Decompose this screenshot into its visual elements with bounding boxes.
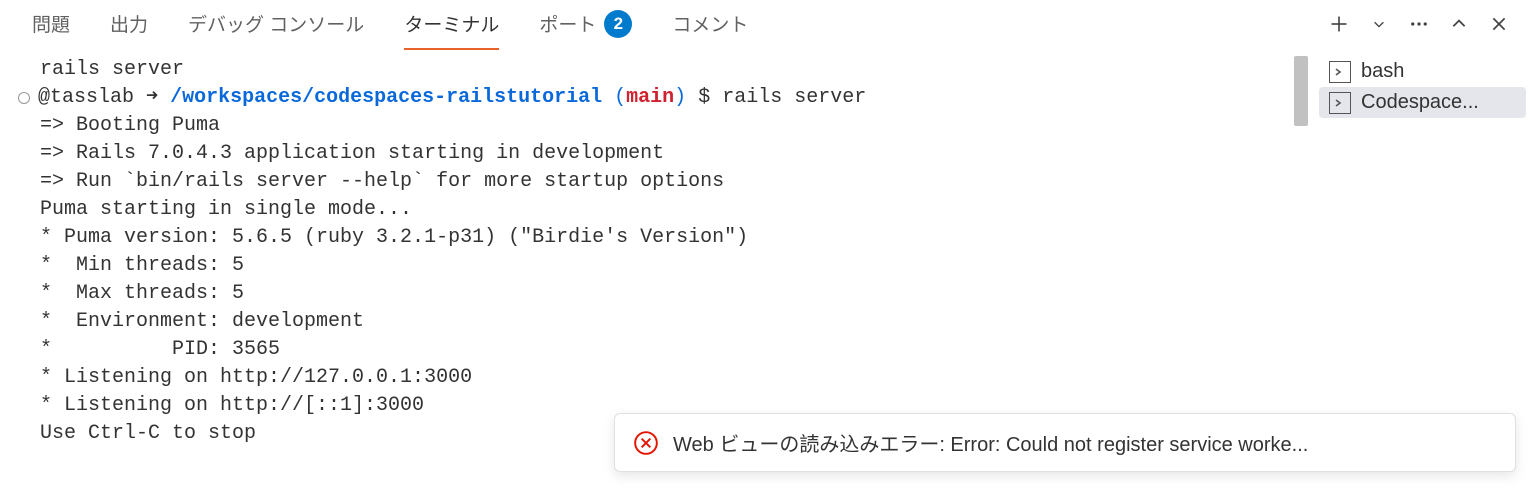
prompt-command: rails server [722,84,866,112]
terminal-scrollbar[interactable] [1294,56,1308,126]
terminal-text: => Booting Puma [40,112,220,140]
terminal-text: * Environment: development [40,308,364,336]
tab-problems[interactable]: 問題 [12,0,90,49]
ports-count-badge: 2 [604,10,632,38]
prompt-user: @tasslab [38,84,134,112]
tabs-container: 問題 出力 デバッグ コンソール ターミナル ポート 2 コメント [12,0,1328,50]
terminal-icon [1329,92,1351,114]
maximize-panel-button[interactable] [1448,13,1470,35]
terminal-text: * Listening on http://[::1]:3000 [40,392,424,420]
terminal-text: * Min threads: 5 [40,252,244,280]
close-panel-button[interactable] [1488,13,1510,35]
terminal-list-item-bash[interactable]: bash [1319,56,1526,87]
terminal-text: => Run `bin/rails server --help` for mor… [40,168,724,196]
terminal-text: * PID: 3565 [40,336,280,364]
tab-terminal[interactable]: ターミナル [384,0,519,49]
tab-actions [1328,13,1518,35]
terminal-text: * Listening on http://127.0.0.1:3000 [40,364,472,392]
new-terminal-button[interactable] [1328,13,1350,35]
prompt-arrow: ➜ [134,84,170,112]
terminal-text: Puma starting in single mode... [40,196,412,224]
tab-comments[interactable]: コメント [652,0,768,49]
terminal-text: * Max threads: 5 [40,280,244,308]
terminal-icon [1329,61,1351,83]
prompt-branch-open: ( [602,84,626,112]
error-notification[interactable]: Web ビューの読み込みエラー: Error: Could not regist… [614,413,1516,472]
panel-tab-bar: 問題 出力 デバッグ コンソール ターミナル ポート 2 コメント [0,0,1530,48]
notification-message: Web ビューの読み込みエラー: Error: Could not regist… [673,428,1308,457]
more-actions-button[interactable] [1408,13,1430,35]
terminal-text: * Puma version: 5.6.5 (ruby 3.2.1-p31) (… [40,224,748,252]
terminal-entry-label: bash [1361,60,1404,83]
tab-debug-console[interactable]: デバッグ コンソール [168,0,384,49]
prompt-path: /workspaces/codespaces-railstutorial [170,84,602,112]
terminal-text: rails server [40,56,184,84]
error-icon [633,430,659,456]
terminal-text: Use Ctrl-C to stop [40,420,256,448]
prompt-branch: main [626,84,674,112]
tab-ports-label: ポート [539,10,596,37]
tab-output[interactable]: 出力 [90,0,168,49]
terminal-dropdown-button[interactable] [1368,13,1390,35]
tab-ports[interactable]: ポート 2 [519,0,652,50]
prompt-dollar: $ [686,84,722,112]
prompt-branch-close: ) [674,84,686,112]
terminal-text: => Rails 7.0.4.3 application starting in… [40,140,676,168]
terminal-list-item-codespace[interactable]: Codespace... [1319,87,1526,118]
prompt-marker-icon [18,92,30,104]
terminal-entry-label: Codespace... [1361,91,1479,114]
